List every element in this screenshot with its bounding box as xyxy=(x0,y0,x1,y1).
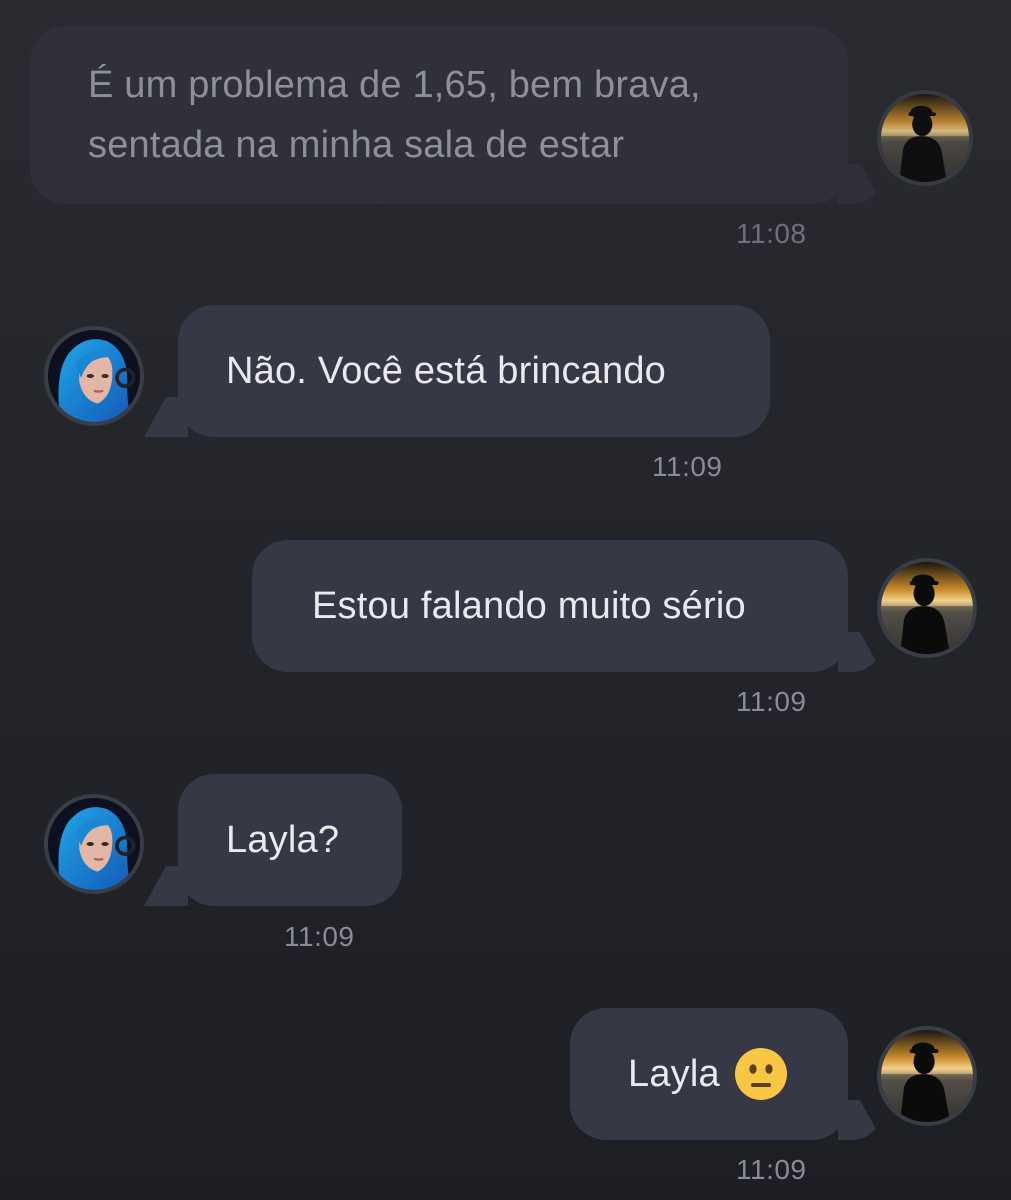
message-bubble-outgoing[interactable]: É um problema de 1,65, bem brava, sentad… xyxy=(30,26,882,204)
blue-haired-girl-avatar-icon xyxy=(48,798,140,890)
silhouette-sunset-avatar-icon xyxy=(881,94,969,182)
blue-haired-girl-avatar-icon xyxy=(48,330,140,422)
bubble-tail xyxy=(838,632,882,672)
bubble-tail xyxy=(144,866,188,906)
user-avatar[interactable] xyxy=(877,558,977,658)
message-text: Layla? xyxy=(226,819,340,861)
contact-avatar[interactable] xyxy=(44,326,144,426)
message-text-line: sentada na minha sala de estar xyxy=(88,124,625,166)
message-timestamp: 11:08 xyxy=(736,218,807,249)
contact-avatar[interactable] xyxy=(44,794,144,894)
message-text-line: É um problema de 1,65, bem brava, xyxy=(88,64,701,106)
user-avatar[interactable] xyxy=(877,90,973,186)
message-bubble-outgoing[interactable]: Layla xyxy=(570,1008,882,1140)
message-text: Estou falando muito sério xyxy=(312,585,746,627)
user-avatar[interactable] xyxy=(877,1026,977,1126)
silhouette-sunset-avatar-icon xyxy=(881,1030,973,1122)
message-timestamp: 11:09 xyxy=(284,921,355,952)
message-timestamp: 11:09 xyxy=(652,451,723,482)
chat-thread[interactable]: É um problema de 1,65, bem brava, sentad… xyxy=(0,0,1011,1200)
message-text: Não. Você está brincando xyxy=(226,350,666,392)
bubble-tail xyxy=(838,1100,882,1140)
bubble-tail xyxy=(838,164,882,204)
message-timestamp: 11:09 xyxy=(736,686,807,717)
message-bubble-incoming[interactable]: Não. Você está brincando xyxy=(144,305,770,437)
message-text: Layla xyxy=(628,1053,720,1095)
silhouette-sunset-avatar-icon xyxy=(881,562,973,654)
neutral-face-emoji-icon xyxy=(734,1047,788,1101)
bubble-tail xyxy=(144,397,188,437)
message-timestamp: 11:09 xyxy=(736,1154,807,1185)
message-bubble-incoming[interactable]: Layla? xyxy=(144,774,402,906)
message-bubble-outgoing[interactable]: Estou falando muito sério xyxy=(252,540,882,672)
